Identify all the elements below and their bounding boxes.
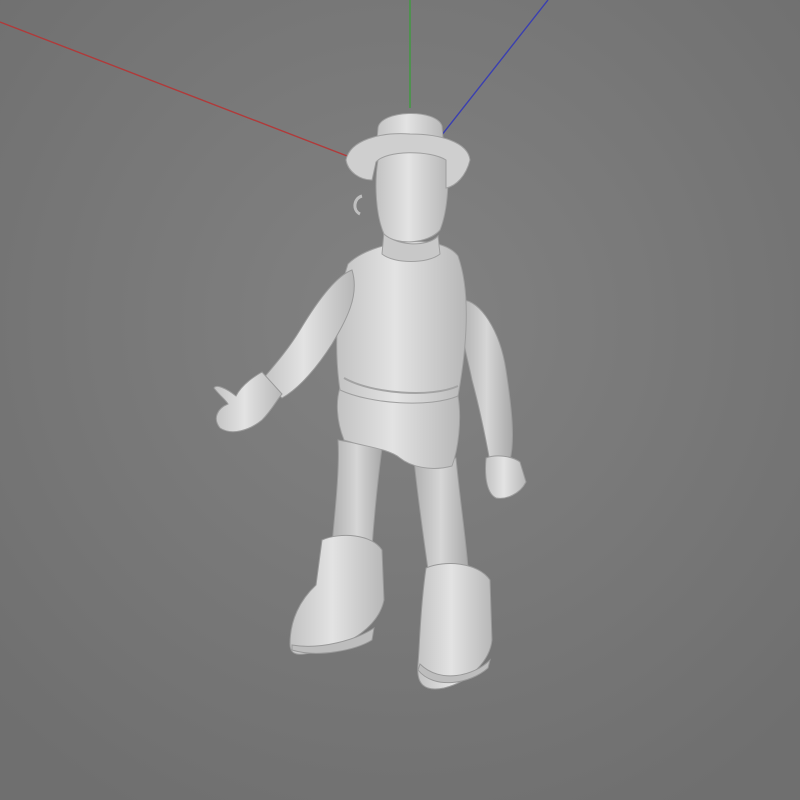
head [375,143,449,243]
viewport-canvas[interactable] [0,0,800,800]
torso [336,241,467,404]
3d-viewport[interactable] [0,0,800,800]
